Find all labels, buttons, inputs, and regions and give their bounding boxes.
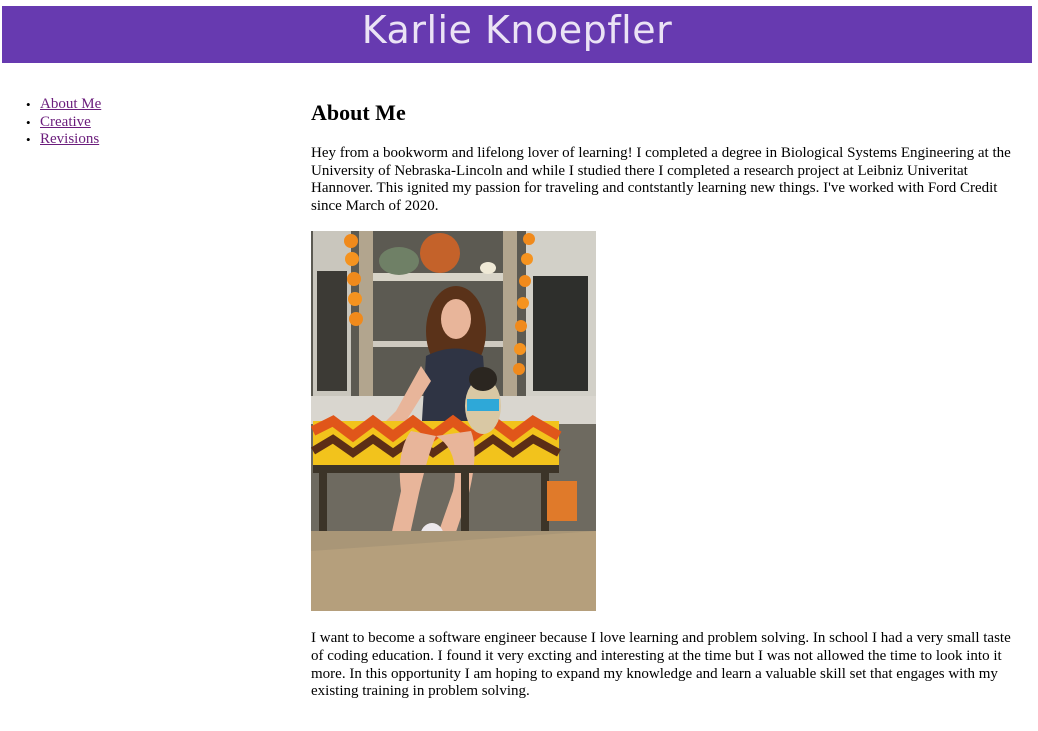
nav-link-about-me[interactable]: About Me: [40, 96, 101, 112]
site-title: Karlie Knoepfler: [361, 8, 673, 52]
nav-link-revisions[interactable]: Revisions: [40, 131, 99, 147]
bullet-icon: •: [26, 114, 31, 130]
profile-photo: [311, 231, 596, 612]
main-content: About Me Hey from a bookworm and lifelon…: [311, 100, 1023, 701]
nav-item-revisions: • Revisions: [22, 131, 262, 149]
nav-item-creative: • Creative: [22, 114, 262, 132]
bullet-icon: •: [26, 97, 31, 112]
page-heading: About Me: [311, 100, 406, 125]
nav-link-creative[interactable]: Creative: [40, 114, 91, 130]
goals-paragraph: I want to become a software engineer bec…: [311, 630, 1011, 700]
nav-list: • About Me • Creative • Revisions: [22, 96, 262, 149]
bullet-icon: •: [26, 132, 31, 147]
nav-item-about-me: • About Me: [22, 96, 262, 114]
site-header: Karlie Knoepfler: [2, 6, 1032, 63]
intro-paragraph: Hey from a bookworm and lifelong lover o…: [311, 145, 1011, 214]
sidebar-nav: • About Me • Creative • Revisions: [22, 96, 262, 149]
